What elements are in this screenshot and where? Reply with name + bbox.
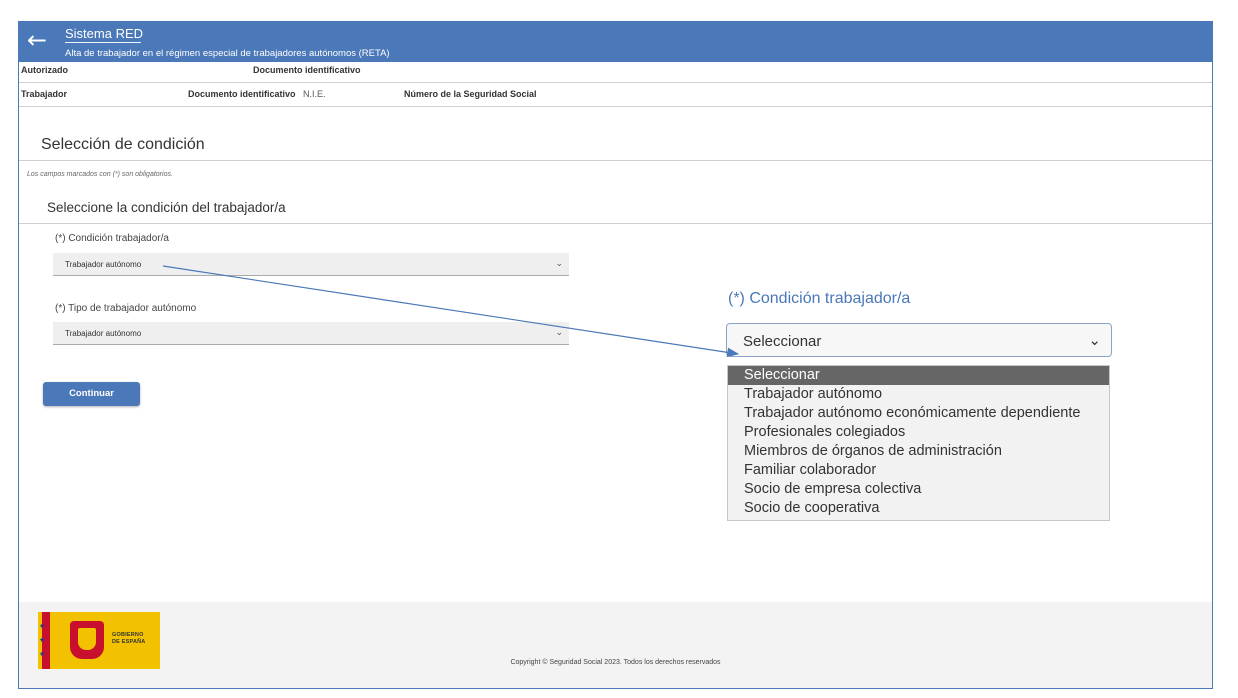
callout-arrow xyxy=(162,265,740,358)
callout-arrow-line xyxy=(162,265,740,358)
